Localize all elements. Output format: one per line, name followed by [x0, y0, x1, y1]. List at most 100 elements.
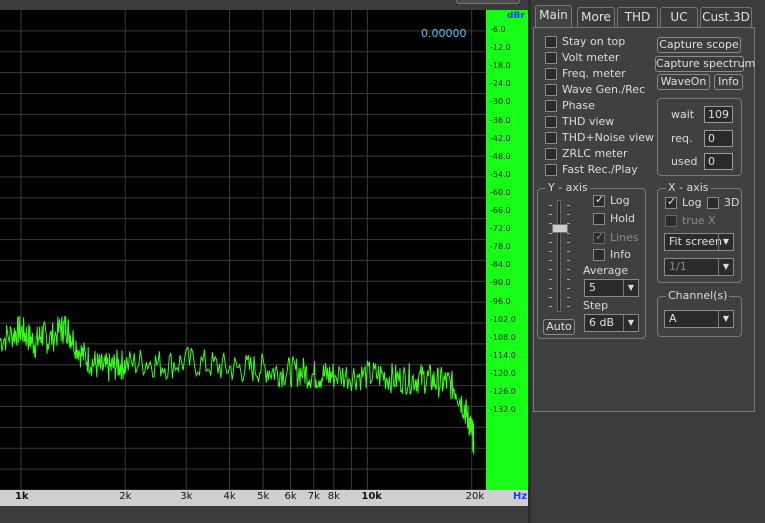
option-checkbox[interactable] [545, 68, 557, 80]
slider-tick [549, 287, 552, 289]
level-readout: 0.00000 [421, 27, 467, 40]
x-tick-label: 10k [361, 491, 382, 502]
waveon-button[interactable]: WaveOn [657, 74, 710, 90]
slider-tick [549, 232, 552, 234]
y-tick-label: -84.0 [490, 260, 511, 270]
fit-value: Fit screen [669, 235, 722, 248]
y-tick-label: -18.0 [490, 61, 511, 71]
req-label: req. [671, 132, 693, 145]
used-field[interactable]: 0 [704, 153, 733, 170]
req-field[interactable]: 0 [704, 130, 733, 147]
x-tick-label: 1k [14, 491, 29, 502]
lines-checkbox[interactable] [593, 230, 605, 244]
x-tick-label: 4k [223, 491, 236, 502]
slider-tick [549, 297, 552, 298]
option-label: Wave Gen./Rec [562, 83, 646, 96]
average-select[interactable]: 5 ▼ [584, 279, 639, 297]
x-tick-label: 7k [307, 491, 320, 502]
option-checkbox[interactable] [545, 116, 557, 128]
tab-thd[interactable]: THD [617, 7, 658, 27]
slider-tick [549, 223, 552, 225]
ratio-select[interactable]: 1/1 ▼ [664, 258, 734, 276]
option-checkbox[interactable] [545, 52, 557, 64]
option-label: Fast Rec./Play [562, 163, 638, 176]
tab-more[interactable]: More [577, 7, 615, 27]
x-log-checkbox[interactable] [665, 195, 677, 209]
x-tick-label: 3k [180, 491, 193, 502]
y-tick-label: -96.0 [490, 296, 511, 306]
x-tick-label: 2k [119, 491, 132, 502]
slider-tick [549, 306, 552, 308]
y-info-label: Info [610, 248, 631, 261]
option-label: THD view [562, 115, 615, 128]
option-label: Volt meter [562, 51, 620, 64]
channel-select[interactable]: A ▼ [664, 310, 734, 328]
spectrum-plot[interactable]: 0.00000 [0, 10, 486, 490]
window-edge-button[interactable] [456, 0, 520, 4]
chevron-down-icon: ▼ [623, 315, 638, 331]
slider-tick [567, 205, 570, 206]
wait-field[interactable]: 109 [704, 106, 733, 123]
plot-top-strip [0, 0, 486, 10]
y-tick-label: -54.0 [490, 169, 511, 179]
capture-spectrum-button[interactable]: Capture spectrum [655, 56, 755, 72]
spectrum-canvas [0, 10, 486, 490]
used-label: used [671, 155, 698, 168]
y-log-checkbox[interactable] [593, 193, 605, 207]
fit-select[interactable]: Fit screen ▼ [664, 233, 734, 251]
y-tick-label: -108.0 [490, 332, 516, 342]
x-tick-label: 8k [327, 491, 340, 502]
y-offset-slider-track[interactable] [557, 200, 561, 312]
option-label: ZRLC meter [562, 147, 628, 160]
option-checkbox[interactable] [545, 148, 557, 160]
y-tick-label: -36.0 [490, 115, 511, 125]
y-offset-slider-thumb[interactable] [552, 224, 568, 233]
option-label: Freq. meter [562, 67, 626, 80]
slider-tick [549, 205, 552, 206]
tab-main[interactable]: Main [535, 5, 572, 28]
option-checkbox[interactable] [545, 164, 557, 176]
slider-tick [567, 214, 570, 216]
x-axis-group-title: X - axis [666, 181, 711, 194]
step-value: 6 dB [589, 316, 615, 329]
slider-tick [567, 260, 570, 262]
y-tick-label: -126.0 [490, 387, 516, 396]
tab-cust3d[interactable]: Cust.3D [700, 7, 752, 27]
x-tick-label: 5k [257, 491, 270, 502]
tab-uc[interactable]: UC [660, 7, 698, 27]
option-checkbox[interactable] [545, 36, 557, 48]
step-select[interactable]: 6 dB ▼ [584, 314, 639, 332]
auto-button[interactable]: Auto [543, 319, 575, 335]
y-tick-label: -48.0 [490, 151, 511, 161]
step-label: Step [583, 299, 609, 312]
x-tick-label: 6k [284, 491, 297, 502]
x-tick-label: 20k [465, 491, 485, 502]
info-button[interactable]: Info [714, 74, 743, 90]
y-tick-label: -132.0 [490, 405, 516, 415]
chevron-down-icon: ▼ [623, 280, 638, 296]
y-unit-label: dBr [507, 11, 525, 21]
slider-tick [567, 232, 570, 234]
y-tick-label: -78.0 [490, 242, 511, 252]
y-tick-label: -120.0 [490, 368, 516, 378]
option-checkbox[interactable] [545, 100, 557, 112]
3d-checkbox[interactable] [707, 197, 719, 209]
option-checkbox[interactable] [545, 132, 557, 144]
y-info-checkbox[interactable] [593, 249, 605, 261]
capture-scope-button[interactable]: Capture scope [657, 37, 741, 53]
option-label: THD+Noise view [562, 131, 655, 144]
average-label: Average [583, 264, 629, 277]
hold-checkbox[interactable] [593, 213, 605, 225]
slider-tick [567, 287, 570, 289]
y-axis-group-title: Y - axis [546, 181, 590, 194]
true-x-checkbox[interactable] [665, 215, 677, 227]
slider-tick [567, 251, 570, 252]
wait-label: wait [671, 108, 695, 121]
y-tick-label: -114.0 [490, 350, 516, 360]
option-label: Phase [562, 99, 595, 112]
y-tick-label: -24.0 [490, 79, 511, 89]
option-checkbox[interactable] [545, 84, 557, 96]
3d-label: 3D [724, 196, 740, 209]
slider-tick [567, 269, 570, 271]
y-tick-label: -60.0 [490, 187, 511, 197]
